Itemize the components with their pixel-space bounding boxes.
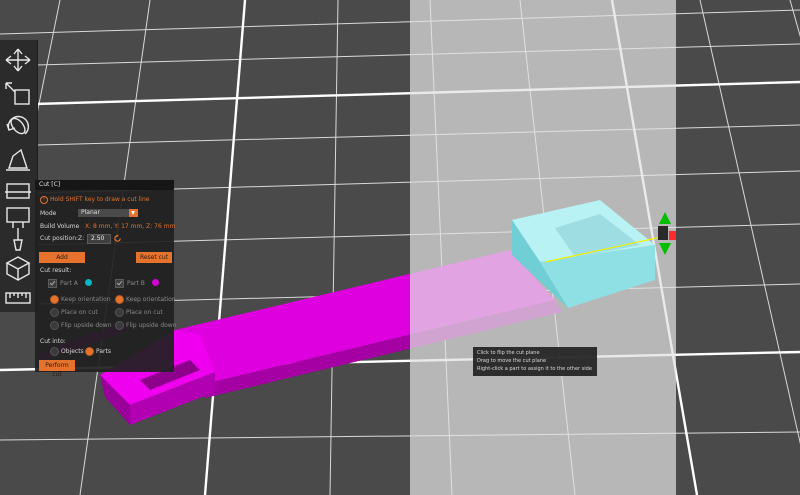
add-connectors-button[interactable]: Add connectors xyxy=(39,252,85,270)
cut-plane-tooltip: Click to flip the cut plane Drag to move… xyxy=(473,347,597,376)
part-b-flip-upside-down-label: Flip upside down xyxy=(126,322,177,329)
part-a-color-swatch xyxy=(85,279,92,286)
part-a-keep-orientation-label: Keep orientation xyxy=(61,296,111,303)
cut-into-label: Cut into: xyxy=(40,338,66,345)
cut-panel-title-bar[interactable]: Cut [C] xyxy=(35,180,174,190)
part-b-flip-upside-down-radio[interactable] xyxy=(115,321,124,330)
parts-radio[interactable] xyxy=(85,347,94,356)
part-a-label: Part A xyxy=(60,280,78,287)
mode-value: Planar xyxy=(81,209,100,216)
scale-icon[interactable] xyxy=(3,80,33,108)
objects-radio[interactable] xyxy=(50,347,59,356)
part-b-keep-orientation-label: Keep orientation xyxy=(126,296,176,303)
variable-layer-height-icon[interactable] xyxy=(3,254,33,282)
part-a-place-on-cut-radio[interactable] xyxy=(50,308,59,317)
place-on-face-icon[interactable] xyxy=(3,144,33,172)
left-toolbar xyxy=(0,40,38,312)
reset-position-icon[interactable] xyxy=(113,234,122,243)
cut-icon[interactable] xyxy=(3,176,33,204)
part-a-keep-orientation-radio[interactable] xyxy=(50,295,59,304)
cut-panel-title: Cut [C] xyxy=(39,181,61,188)
tooltip-line: Right-click a part to assign it to the o… xyxy=(477,366,592,372)
axis-label: Z: xyxy=(78,235,85,242)
cut-position-value: 2.50 xyxy=(91,235,105,242)
part-a-place-on-cut-label: Place on cut xyxy=(61,309,98,316)
chevron-down-icon[interactable] xyxy=(129,209,138,217)
part-a-checkbox[interactable] xyxy=(48,279,57,288)
reset-cut-button[interactable]: Reset cut xyxy=(136,252,172,263)
cut-position-label: Cut position: xyxy=(40,235,79,242)
parts-label: Parts xyxy=(96,348,111,355)
part-b-color-swatch xyxy=(152,279,159,286)
tooltip-line: Drag to move the cut plane xyxy=(477,358,547,364)
build-volume-label: Build Volume xyxy=(40,223,80,230)
part-a-flip-upside-down-radio[interactable] xyxy=(50,321,59,330)
build-volume-value: X: 8 mm, Y: 17 mm, Z: 76 mm xyxy=(85,223,176,230)
measure-icon[interactable] xyxy=(3,284,33,312)
info-icon: ! xyxy=(40,196,48,204)
part-a-flip-upside-down-label: Flip upside down xyxy=(61,322,112,329)
part-b-keep-orientation-radio[interactable] xyxy=(115,295,124,304)
perform-cut-button[interactable]: Perform cut xyxy=(39,360,75,378)
part-b-label: Part B xyxy=(127,280,145,287)
mode-label: Mode xyxy=(40,210,57,217)
cut-position-input[interactable]: 2.50 xyxy=(87,234,111,244)
cut-panel: Cut [C] ! Hold SHIFT key to draw a cut l… xyxy=(35,180,177,378)
move-icon[interactable] xyxy=(3,46,33,74)
cut-result-label: Cut result: xyxy=(40,267,72,274)
rotate-icon[interactable] xyxy=(3,112,33,140)
objects-label: Objects xyxy=(61,348,84,355)
mode-select[interactable]: Planar xyxy=(78,209,138,217)
part-b-place-on-cut-radio[interactable] xyxy=(115,308,124,317)
part-b-place-on-cut-label: Place on cut xyxy=(126,309,163,316)
tooltip-line: Click to flip the cut plane xyxy=(477,350,540,356)
cut-hint: Hold SHIFT key to draw a cut line xyxy=(50,196,150,203)
seam-painting-icon[interactable] xyxy=(3,226,33,254)
part-b-checkbox[interactable] xyxy=(115,279,124,288)
